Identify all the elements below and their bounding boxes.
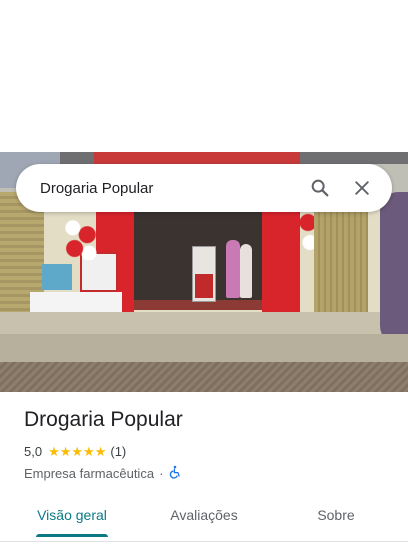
tab-about[interactable]: Sobre <box>290 496 382 534</box>
tabs-divider <box>0 541 408 542</box>
active-tab-indicator <box>36 534 108 537</box>
star-icon: ★ <box>94 444 107 459</box>
star-icon: ★ <box>71 444 84 459</box>
top-blank-area <box>0 0 408 152</box>
star-icon: ★ <box>59 444 72 459</box>
balloons-left <box>62 214 98 260</box>
star-icon: ★ <box>48 444 60 459</box>
search-bar[interactable]: Drogaria Popular <box>16 164 392 212</box>
search-icon[interactable] <box>302 170 338 206</box>
store-banner <box>94 152 300 164</box>
review-count[interactable]: (1) <box>110 444 126 459</box>
place-category: Empresa farmacêutica <box>24 466 155 481</box>
wheelchair-icon <box>168 465 182 482</box>
separator-dot: · <box>159 466 164 481</box>
search-query[interactable]: Drogaria Popular <box>40 180 296 197</box>
rating-value: 5,0 <box>24 444 43 459</box>
rating-row[interactable]: 5,0 ★ ★ ★ ★ ★ (1) <box>24 444 126 459</box>
rating-stars: ★ ★ ★ ★ ★ <box>48 445 106 458</box>
category-row: Empresa farmacêutica · <box>24 465 182 482</box>
tab-overview[interactable]: Visão geral <box>18 496 126 534</box>
place-title: Drogaria Popular <box>24 408 183 431</box>
star-icon: ★ <box>83 444 95 459</box>
tab-reviews[interactable]: Avaliações <box>148 496 260 534</box>
place-tabs: Visão geral Avaliações Sobre <box>0 496 408 537</box>
close-icon[interactable] <box>344 170 380 206</box>
